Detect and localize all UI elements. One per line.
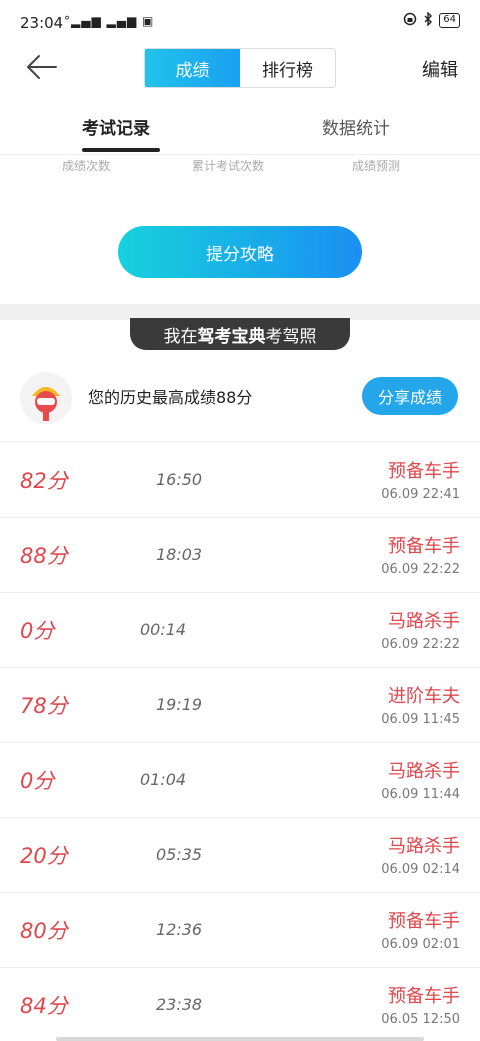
brand-banner: 我在 驾考宝典 考驾照 <box>130 318 350 350</box>
battery-icon: 64 <box>439 13 460 28</box>
tab-exam-record[interactable]: 考试记录 <box>82 114 150 139</box>
record-score: 88分 <box>20 544 68 568</box>
record-title: 马路杀手 <box>388 611 460 632</box>
record-time: 06.09 11:44 <box>381 787 460 802</box>
record-time: 06.09 22:22 <box>381 562 460 577</box>
list-item[interactable]: 20分 05:35 马路杀手 06.09 02:14 <box>0 818 480 893</box>
brand-name: 驾考宝典 <box>197 326 266 347</box>
edit-button[interactable]: 编辑 <box>422 56 458 82</box>
brand-prefix: 我在 <box>163 326 198 347</box>
brand-suffix: 考驾照 <box>265 326 317 347</box>
record-list: 82分 16:50 预备车手 06.09 22:41 88分 18:03 预备车… <box>0 443 480 1041</box>
record-title: 预备车手 <box>388 536 460 557</box>
status-bar: 23:04 °▂▄▆ ▂▄▆ ▣ 64 <box>0 0 480 46</box>
list-item[interactable]: 0分 00:14 马路杀手 06.09 22:22 <box>0 593 480 668</box>
summary-label-total-exams: 累计考试次数 <box>192 159 265 173</box>
tab-data-stats[interactable]: 数据统计 <box>322 114 390 139</box>
alarm-icon <box>403 12 417 29</box>
back-arrow-icon <box>27 55 57 79</box>
record-title: 马路杀手 <box>388 761 460 782</box>
score-tips-button[interactable]: 提分攻略 <box>118 226 362 278</box>
record-score: 84分 <box>20 994 68 1018</box>
status-icons: 64 <box>403 11 460 29</box>
record-duration: 19:19 <box>156 695 203 714</box>
nav-bar: 成绩 排行榜 编辑 <box>0 46 480 90</box>
record-score: 20分 <box>20 844 68 868</box>
record-score: 80分 <box>20 919 68 943</box>
status-time: 23:04 <box>20 14 64 32</box>
record-title: 马路杀手 <box>388 836 460 857</box>
record-duration: 00:14 <box>140 620 187 639</box>
list-item[interactable]: 84分 23:38 预备车手 06.05 12:50 <box>0 968 480 1041</box>
record-score: 0分 <box>20 769 55 793</box>
record-duration: 01:04 <box>140 770 187 789</box>
avatar <box>20 372 72 424</box>
tab-indicator <box>82 148 160 152</box>
record-time: 06.09 22:41 <box>381 487 460 502</box>
list-item[interactable]: 80分 12:36 预备车手 06.09 02:01 <box>0 893 480 968</box>
list-item[interactable]: 78分 19:19 进阶车夫 06.09 11:45 <box>0 668 480 743</box>
record-time: 06.09 22:22 <box>381 637 460 652</box>
summary-labels: 成绩次数 累计考试次数 成绩预测 <box>0 154 480 174</box>
mascot-icon <box>20 372 72 424</box>
record-score: 78分 <box>20 694 68 718</box>
record-title: 预备车手 <box>388 461 460 482</box>
tab-score[interactable]: 成绩 <box>145 49 240 87</box>
list-item[interactable]: 0分 01:04 马路杀手 06.09 11:44 <box>0 743 480 818</box>
tab-ranking[interactable]: 排行榜 <box>240 49 335 87</box>
summary-label-score-count: 成绩次数 <box>62 159 111 173</box>
record-title: 进阶车夫 <box>388 686 460 707</box>
record-duration: 05:35 <box>156 845 203 864</box>
record-duration: 12:36 <box>156 920 203 939</box>
record-score: 0分 <box>20 619 55 643</box>
sub-tabs: 考试记录 数据统计 <box>0 100 480 154</box>
list-item[interactable]: 82分 16:50 预备车手 06.09 22:41 <box>0 443 480 518</box>
back-button[interactable] <box>24 52 58 82</box>
scroll-handle <box>56 1037 424 1041</box>
share-score-button[interactable]: 分享成绩 <box>362 377 458 415</box>
summary-label-prediction: 成绩预测 <box>352 159 401 173</box>
record-time: 06.09 02:14 <box>381 862 460 877</box>
record-score: 82分 <box>20 469 68 493</box>
record-time: 06.09 02:01 <box>381 937 460 952</box>
record-duration: 16:50 <box>156 470 203 489</box>
record-title: 预备车手 <box>388 911 460 932</box>
list-item[interactable]: 88分 18:03 预备车手 06.09 22:22 <box>0 518 480 593</box>
signal-icon: °▂▄▆ ▂▄▆ ▣ <box>64 14 155 28</box>
bluetooth-icon <box>423 11 433 29</box>
best-score-text: 您的历史最高成绩88分 <box>88 388 253 407</box>
best-score-row: 您的历史最高成绩88分 分享成绩 <box>0 364 480 442</box>
record-time: 06.09 11:45 <box>381 712 460 727</box>
segmented-control: 成绩 排行榜 <box>144 48 336 88</box>
record-duration: 18:03 <box>156 545 203 564</box>
record-duration: 23:38 <box>156 995 203 1014</box>
record-time: 06.05 12:50 <box>381 1012 460 1027</box>
record-title: 预备车手 <box>388 986 460 1007</box>
